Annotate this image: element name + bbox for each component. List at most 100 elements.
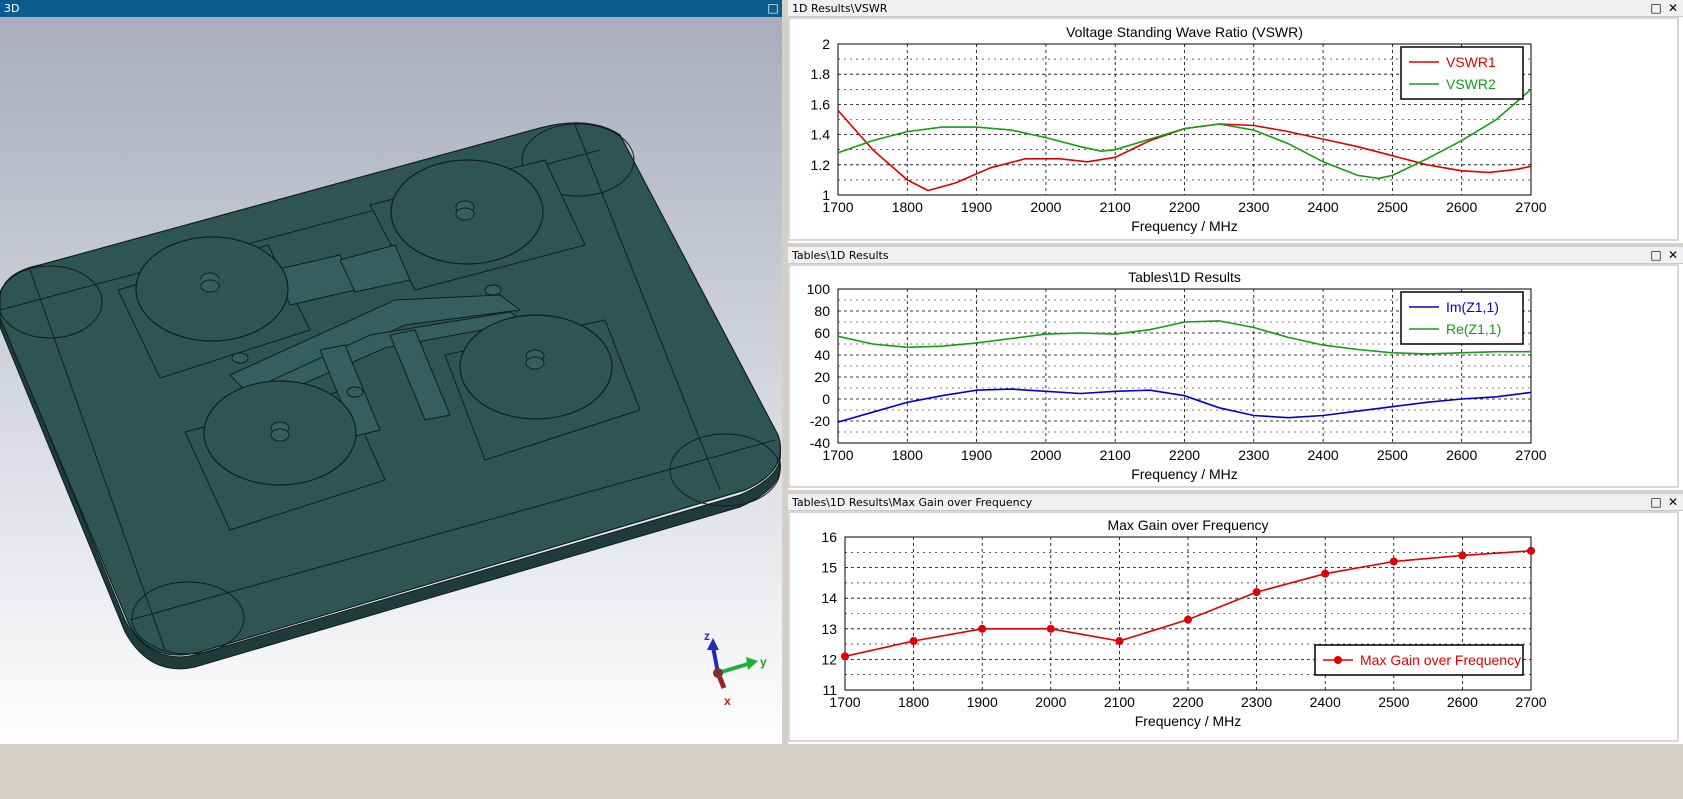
z-results-panel-title: Tables\1D Results [792,249,889,262]
x-tick-label: 2400 [1308,447,1339,463]
maximize-icon[interactable]: □ [1649,495,1663,509]
z-results-titlebar[interactable]: Tables\1D Results □ ✕ [788,247,1683,264]
y-tick-label: 1.4 [811,127,831,143]
x-tick-label: 2500 [1378,694,1409,710]
x-tick-label: 2600 [1447,694,1478,710]
view-3d-titlebar[interactable]: 3D □ [0,0,782,17]
vswr-chart[interactable]: Voltage Standing Wave Ratio (VSWR)1700 18… [788,17,1683,243]
axis-x-label: x [724,694,731,708]
vswr-panel[interactable]: 1D Results\VSWR □ ✕ Voltage Standing Wav… [788,0,1683,243]
y-tick-label: 1 [822,187,830,203]
vswr-chart-area: Voltage Standing Wave Ratio (VSWR) 1700 18… [788,17,1683,243]
data-point [1184,615,1192,624]
y-tick-label: 12 [821,651,837,667]
close-icon[interactable]: ✕ [1666,1,1680,15]
x-tick-label: 2300 [1241,694,1272,710]
data-point [1389,557,1398,566]
max-gain-chart[interactable]: Max Gain over Frequency1700 1800 1900 2000 2… [788,511,1683,744]
view-3d-canvas[interactable]: z y x [0,17,782,744]
data-point [841,652,849,661]
z-results-chart-area: Tables\1D Results 1700 1800 1900 2000 2100 220… [788,264,1683,490]
close-icon[interactable]: ✕ [1666,248,1680,262]
x-tick-label: 1800 [898,694,929,710]
x-tick-label: 1800 [892,447,923,463]
x-tick-label: 2600 [1446,199,1477,215]
view-3d-panel[interactable]: 3D □ z y x [0,0,782,744]
x-tick-label: 2100 [1100,447,1131,463]
view-3d-title: 3D [4,2,20,15]
x-tick-label: 2200 [1169,199,1200,215]
axis-z-label: z [704,629,710,643]
z-results-panel[interactable]: Tables\1D Results □ ✕ Tables\1D Results 1… [788,247,1683,490]
x-tick-label: 2400 [1308,199,1339,215]
x-tick-label: 2600 [1446,447,1477,463]
legend-label: Re(Z1,1) [1446,321,1501,337]
maximize-icon[interactable]: □ [1649,248,1663,262]
y-tick-label: 40 [814,347,830,363]
x-tick-label: 2200 [1172,694,1203,710]
x-tick-label: 2100 [1104,694,1135,710]
x-tick-label: 2300 [1238,447,1269,463]
x-tick-label: 2700 [1515,694,1546,710]
x-tick-label: 2400 [1310,694,1341,710]
x-tick-label: 2300 [1238,199,1269,215]
data-point [1458,551,1467,560]
legend-label: VSWR2 [1446,76,1496,92]
x-tick-label: 2200 [1169,447,1200,463]
data-point [1527,546,1535,555]
y-tick-label: 13 [821,621,837,637]
y-tick-label: 100 [807,281,831,297]
data-point [1046,624,1055,633]
x-axis-label: Frequency / MHz [1131,466,1238,482]
max-gain-panel-title: Tables\1D Results\Max Gain over Frequenc… [792,496,1033,509]
axis-y-label: y [760,655,767,669]
y-tick-label: 0 [822,391,830,407]
legend-label: VSWR1 [1446,54,1496,70]
max-gain-titlebar[interactable]: Tables\1D Results\Max Gain over Frequenc… [788,494,1683,511]
vswr-panel-title: 1D Results\VSWR [792,2,888,15]
data-point [1321,569,1330,578]
x-axis-label: Frequency / MHz [1131,218,1238,234]
y-tick-label: 1.2 [811,157,831,173]
close-icon[interactable]: ✕ [1666,495,1680,509]
x-tick-label: 2000 [1035,694,1066,710]
x-axis-label: Frequency / MHz [1135,713,1242,729]
y-tick-label: 11 [822,682,837,698]
y-tick-label: 16 [821,529,837,545]
max-gain-panel[interactable]: Tables\1D Results\Max Gain over Frequenc… [788,494,1683,744]
y-tick-label: 15 [821,560,837,576]
chart-title: Max Gain over Frequency [1107,517,1268,533]
x-tick-label: 2000 [1030,199,1061,215]
data-point [909,637,918,646]
x-tick-label: 2100 [1100,199,1131,215]
vswr-titlebar[interactable]: 1D Results\VSWR □ ✕ [788,0,1683,17]
z-results-chart[interactable]: Tables\1D Results1700 1800 1900 2000 2100 220… [788,264,1683,490]
data-point [1252,588,1261,597]
x-tick-label: 2000 [1030,447,1061,463]
x-tick-label: 2700 [1515,447,1546,463]
x-tick-label: 1800 [892,199,923,215]
y-tick-label: 80 [814,303,830,319]
y-tick-label: -20 [810,413,830,429]
legend-label: Max Gain over Frequency [1360,652,1521,668]
y-tick-label: -40 [810,435,830,451]
data-point [978,624,987,633]
maximize-icon[interactable]: □ [1649,1,1663,15]
y-tick-label: 20 [814,369,830,385]
data-point [1115,637,1124,646]
max-gain-chart-area: Max Gain over Frequency 1700 1800 1900 2000 2… [788,511,1683,744]
x-tick-label: 2500 [1377,447,1408,463]
chart-title: Tables\1D Results [1128,269,1241,285]
y-tick-label: 60 [814,325,830,341]
x-tick-label: 2700 [1515,199,1546,215]
y-tick-label: 1.8 [811,66,831,82]
chart-title: Voltage Standing Wave Ratio (VSWR) [1066,24,1303,40]
y-tick-label: 14 [821,590,837,606]
legend-marker [1334,656,1342,664]
maximize-icon[interactable]: □ [766,1,780,15]
y-tick-label: 1.6 [811,96,831,112]
x-tick-label: 1900 [961,447,992,463]
x-tick-label: 1900 [967,694,998,710]
model-viewport[interactable]: z y x [0,17,782,744]
x-tick-label: 2500 [1377,199,1408,215]
